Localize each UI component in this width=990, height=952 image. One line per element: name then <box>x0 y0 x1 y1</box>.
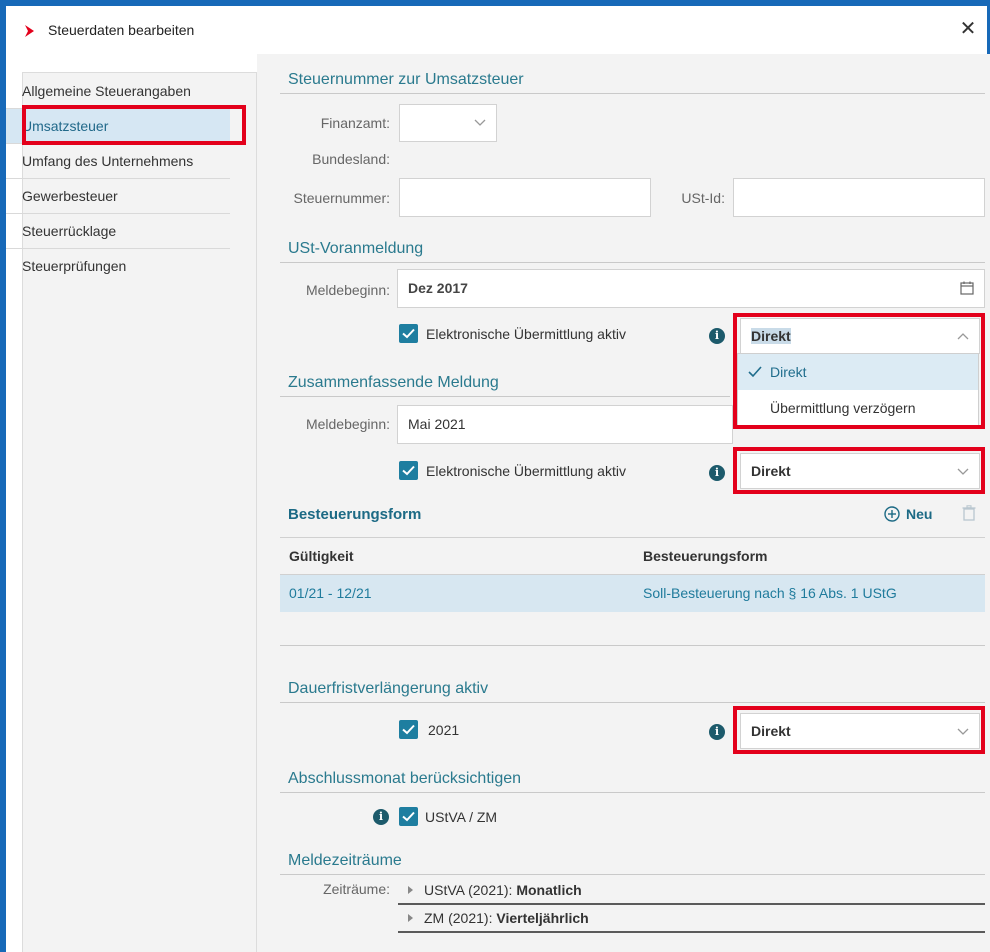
calendar-icon[interactable] <box>960 281 974 295</box>
sidebar-item-umfang-des-unternehmens[interactable]: Umfang des Unternehmens <box>6 144 230 179</box>
ustid-input[interactable] <box>733 178 985 217</box>
dropdown-option-uebermittlung-verzoegern[interactable]: Übermittlung verzögern <box>738 390 978 426</box>
divider <box>280 792 985 793</box>
ustva-uebermittlung-dropdown: Direkt Übermittlung verzögern <box>737 353 979 427</box>
sidebar-item-steuerruecklage[interactable]: Steuerrücklage <box>6 214 230 249</box>
dauerfrist-2021-label: 2021 <box>428 722 460 738</box>
sidebar-item-gewerbesteuer[interactable]: Gewerbesteuer <box>6 179 230 214</box>
meldebeginn-zm-input[interactable]: Mai 2021 <box>397 405 733 444</box>
dauerfrist-2021-checkbox[interactable] <box>399 720 418 739</box>
zm-uebermittlung-select[interactable]: Direkt <box>740 453 980 489</box>
checkmark-icon <box>402 724 415 735</box>
finanzamt-select[interactable] <box>399 104 497 142</box>
checkmark-icon <box>402 811 415 822</box>
check-icon <box>748 366 762 378</box>
info-icon[interactable]: i <box>709 724 725 740</box>
sidebar-item-umsatzsteuer[interactable]: Umsatzsteuer <box>6 109 230 144</box>
app-logo-icon <box>25 25 34 37</box>
divider <box>280 702 985 703</box>
finanzamt-label: Finanzamt: <box>320 115 390 131</box>
steuernummer-input[interactable] <box>399 178 651 217</box>
table-row[interactable]: 01/21 - 12/21 Soll-Besteuerung nach § 16… <box>280 575 985 612</box>
section-title-meldezeitraeume: Meldezeiträume <box>288 852 402 869</box>
zm-elektronisch-label: Elektronische Übermittlung aktiv <box>426 463 626 479</box>
chevron-down-icon <box>957 728 969 735</box>
abschlussmonat-label: UStVA / ZM <box>425 809 498 825</box>
dropdown-option-direkt[interactable]: Direkt <box>738 354 978 390</box>
cell-gueltigkeit: 01/21 - 12/21 <box>289 585 372 601</box>
info-icon[interactable]: i <box>709 328 725 344</box>
close-icon[interactable]: ✕ <box>955 16 981 42</box>
expand-arrow-icon <box>408 886 413 894</box>
checkmark-icon <box>402 465 415 476</box>
meldebeginn-label: Meldebeginn: <box>305 416 390 432</box>
bundesland-label: Bundesland: <box>312 151 390 167</box>
divider <box>280 874 985 875</box>
chevron-down-icon <box>474 119 486 126</box>
section-title-abschlussmonat: Abschlussmonat berücksichtigen <box>288 770 522 787</box>
tree-row-ustva[interactable]: UStVA (2021): Monatlich <box>398 877 985 905</box>
ustva-uebermittlung-select[interactable]: Direkt <box>740 318 980 354</box>
info-icon[interactable]: i <box>709 465 725 481</box>
window-title: Steuerdaten bearbeiten <box>48 22 195 38</box>
table-header: Gültigkeit Besteuerungsform <box>280 537 985 575</box>
section-title-dauerfrist: Dauerfristverlängerung aktiv <box>288 680 489 697</box>
divider <box>280 262 985 263</box>
chevron-down-icon <box>957 468 969 475</box>
chevron-up-icon <box>957 333 969 340</box>
ustid-label: USt-Id: <box>681 190 725 206</box>
steuernummer-label: Steuernummer: <box>293 190 390 206</box>
divider <box>280 93 985 94</box>
checkmark-icon <box>402 328 415 339</box>
plus-circle-icon <box>884 506 900 522</box>
column-header-gueltigkeit: Gültigkeit <box>289 548 354 564</box>
sidebar-item-allgemeine-steuerangaben[interactable]: Allgemeine Steuerangaben <box>6 74 230 109</box>
section-title-steuernummer: Steuernummer zur Umsatzsteuer <box>288 71 524 88</box>
ustva-elektronisch-label: Elektronische Übermittlung aktiv <box>426 326 626 342</box>
divider <box>280 396 730 397</box>
expand-arrow-icon <box>408 914 413 922</box>
info-icon[interactable]: i <box>373 809 389 825</box>
dauerfrist-select[interactable]: Direkt <box>740 713 980 749</box>
ustva-elektronisch-checkbox[interactable] <box>399 324 418 343</box>
section-title-zusammenfassende-meldung: Zusammenfassende Meldung <box>288 374 499 391</box>
divider <box>280 645 985 646</box>
section-title-ust-voranmeldung: USt-Voranmeldung <box>288 240 424 257</box>
meldebeginn-ustva-input[interactable]: Dez 2017 <box>397 269 985 308</box>
meldebeginn-label: Meldebeginn: <box>305 282 390 298</box>
trash-icon[interactable] <box>962 505 976 521</box>
zeitraeume-label: Zeiträume: <box>323 881 390 897</box>
cell-besteuerungsform: Soll-Besteuerung nach § 16 Abs. 1 UStG <box>643 585 897 601</box>
abschlussmonat-checkbox[interactable] <box>399 807 418 826</box>
column-header-besteuerungsform: Besteuerungsform <box>643 548 768 564</box>
title-bar: Steuerdaten bearbeiten ✕ <box>6 6 987 54</box>
sidebar-item-steuerpruefungen[interactable]: Steuerprüfungen <box>6 249 230 284</box>
section-title-besteuerungsform: Besteuerungsform <box>288 506 422 523</box>
zm-elektronisch-checkbox[interactable] <box>399 461 418 480</box>
tree-row-zm[interactable]: ZM (2021): Vierteljährlich <box>398 905 985 933</box>
